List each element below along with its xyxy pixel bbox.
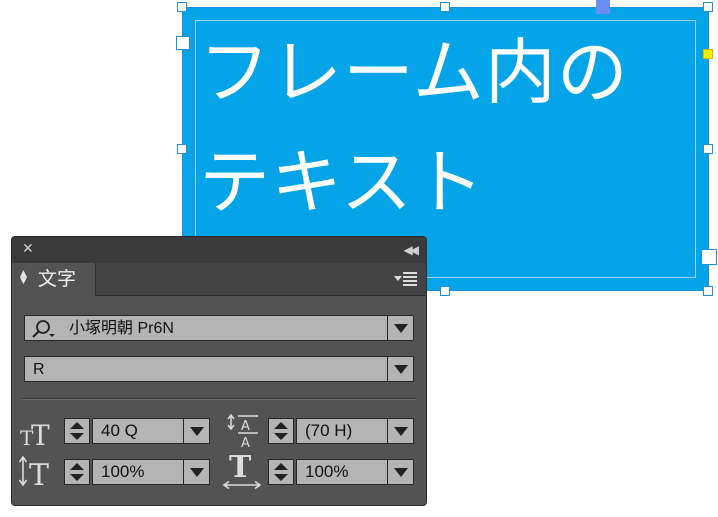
font-style-value: R xyxy=(33,361,45,378)
svg-text:T: T xyxy=(31,419,50,450)
svg-text:T: T xyxy=(229,451,252,485)
chevron-down-icon[interactable] xyxy=(387,459,414,485)
leading-icon: A A xyxy=(227,413,258,449)
chevron-down-icon[interactable] xyxy=(387,316,413,340)
vertical-scale-stepper[interactable] xyxy=(64,459,90,485)
step-up-icon[interactable] xyxy=(274,422,288,429)
font-size-icon: T T xyxy=(20,419,50,450)
tab-expand-arrows-icon[interactable]: ▲ ▼ xyxy=(20,270,27,286)
font-size-value[interactable]: 40 Q xyxy=(92,418,184,444)
step-down-icon[interactable] xyxy=(274,474,288,481)
handle-top-left[interactable] xyxy=(177,2,187,12)
handle-top-middle[interactable] xyxy=(440,2,450,12)
font-family-dropdown[interactable]: 小塚明朝 Pr6N xyxy=(24,315,414,341)
frame-text[interactable]: フレーム内のテキスト xyxy=(199,18,699,238)
step-up-icon[interactable] xyxy=(274,463,288,470)
chevron-down-icon[interactable] xyxy=(387,357,413,381)
vertical-scale-icon: T xyxy=(18,455,49,490)
horizontal-scale-value[interactable]: 100% xyxy=(296,459,388,485)
tab-character[interactable]: ▲ ▼ 文字 xyxy=(12,263,96,296)
tab-label: 文字 xyxy=(38,268,77,290)
horizontal-scale-field[interactable]: 100% xyxy=(296,459,414,485)
character-panel: ✕ ◀◀ ▲ ▼ 文字 小塚明朝 Pr6N R T T 40 Q A A (70… xyxy=(11,236,427,506)
corner-options-handle[interactable] xyxy=(703,49,713,59)
font-size-field[interactable]: 40 Q xyxy=(92,418,210,444)
handle-out-port[interactable] xyxy=(701,249,717,265)
chevron-down-icon[interactable] xyxy=(387,418,414,444)
handle-in-port[interactable] xyxy=(176,36,190,50)
horizontal-scale-stepper[interactable] xyxy=(268,459,294,485)
font-size-stepper[interactable] xyxy=(64,418,90,444)
step-down-icon[interactable] xyxy=(274,433,288,440)
close-icon[interactable]: ✕ xyxy=(22,240,34,258)
svg-text:A: A xyxy=(241,436,250,449)
chevron-down-icon[interactable] xyxy=(183,418,210,444)
step-up-icon[interactable] xyxy=(70,463,84,470)
search-icon[interactable] xyxy=(31,319,57,339)
handle-top-right-in-port[interactable] xyxy=(596,0,610,14)
font-style-dropdown[interactable]: R xyxy=(24,356,414,382)
horizontal-scale-icon: T xyxy=(222,451,262,490)
font-family-value: 小塚明朝 Pr6N xyxy=(69,320,174,337)
panel-menu-icon[interactable] xyxy=(394,271,418,287)
vertical-scale-field[interactable]: 100% xyxy=(92,459,210,485)
handle-top-right[interactable] xyxy=(703,2,713,12)
panel-divider xyxy=(22,398,416,400)
chevron-down-icon[interactable] xyxy=(183,459,210,485)
handle-middle-right[interactable] xyxy=(703,144,713,154)
vertical-scale-value[interactable]: 100% xyxy=(92,459,184,485)
step-down-icon[interactable] xyxy=(70,474,84,481)
leading-stepper[interactable] xyxy=(268,418,294,444)
handle-middle-left[interactable] xyxy=(177,144,187,154)
step-down-icon[interactable] xyxy=(70,433,84,440)
double-chevron-left-icon[interactable]: ◀◀ xyxy=(404,241,420,259)
svg-text:T: T xyxy=(29,458,49,490)
leading-value[interactable]: (70 H) xyxy=(296,418,388,444)
panel-titlebar[interactable]: ✕ ◀◀ xyxy=(12,237,426,263)
panel-tabstrip: ▲ ▼ 文字 xyxy=(12,263,426,296)
handle-bottom-middle[interactable] xyxy=(440,286,450,296)
handle-bottom-right[interactable] xyxy=(703,286,713,296)
step-up-icon[interactable] xyxy=(70,422,84,429)
leading-field[interactable]: (70 H) xyxy=(296,418,414,444)
svg-text:A: A xyxy=(241,419,250,434)
